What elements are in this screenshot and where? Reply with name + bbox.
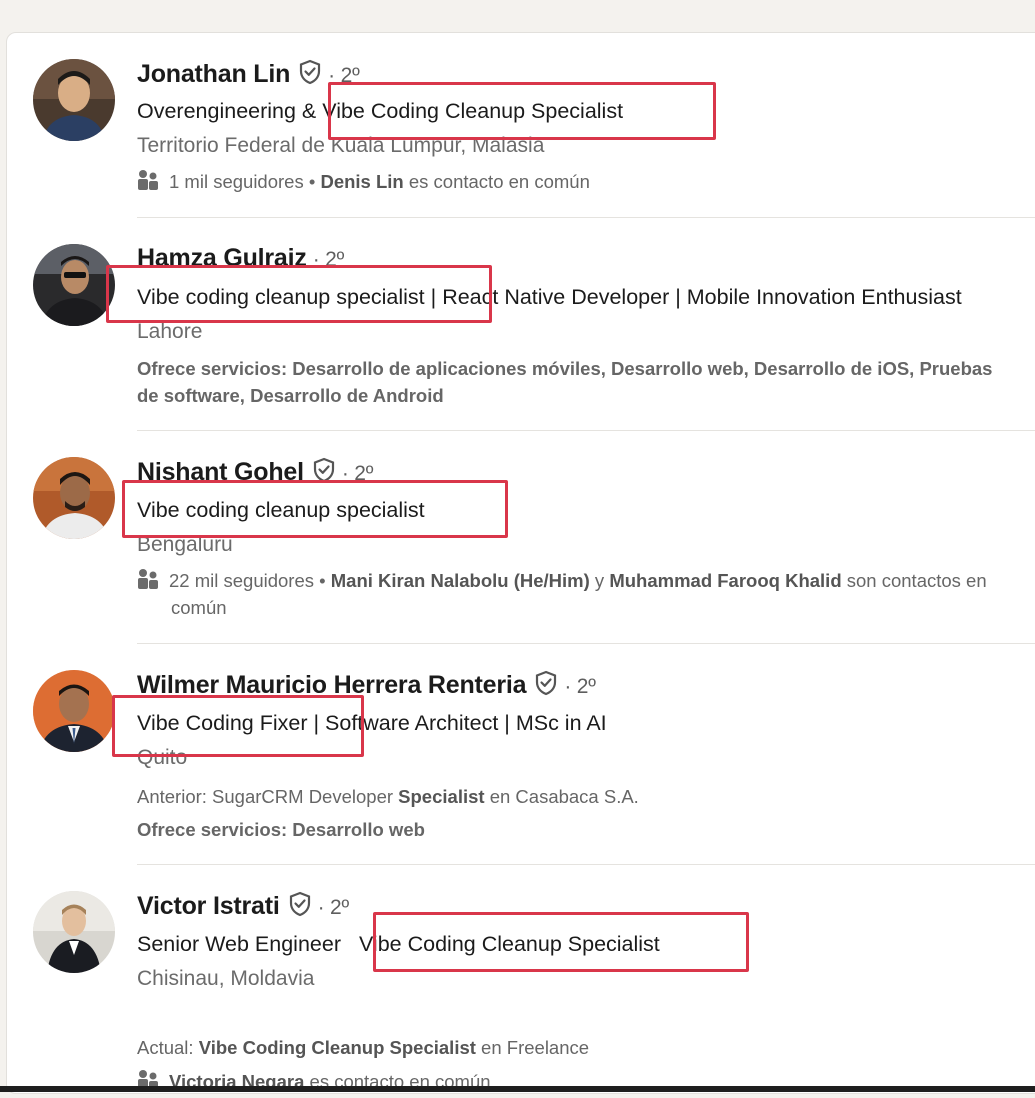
- profile-location: Lahore: [137, 320, 203, 343]
- services-line-1: Ofrece servicios: Desarrollo de aplicaci…: [137, 358, 993, 379]
- services-line: Ofrece servicios: Desarrollo web: [137, 819, 425, 840]
- mutual-suffix: es contacto en común: [403, 171, 590, 192]
- profile-name-line: Jonathan Lin · 2º: [137, 59, 360, 92]
- avatar[interactable]: [33, 244, 115, 326]
- connection-degree: · 2º: [564, 675, 596, 698]
- services-line-2: de software, Desarrollo de Android: [137, 385, 444, 406]
- highlight-box: [122, 480, 508, 538]
- connection-degree: · 2º: [317, 896, 350, 919]
- mutual-connections[interactable]: 1 mil seguidores • Denis Lin es contacto…: [137, 168, 590, 198]
- people-icon: [137, 1069, 159, 1098]
- people-icon: [137, 169, 159, 198]
- past-suffix: en Casabaca S.A.: [484, 786, 639, 807]
- mutual-connections[interactable]: Victoria Negara es contacto en común: [137, 1068, 491, 1098]
- current-prefix: Actual:: [137, 1037, 199, 1058]
- shield-check-icon: [298, 59, 322, 92]
- profile-name-line: Victor Istrati · 2º: [137, 891, 349, 924]
- highlight-box: [112, 695, 364, 757]
- avatar[interactable]: [33, 59, 115, 141]
- avatar[interactable]: [33, 457, 115, 539]
- mutual-name[interactable]: Muhammad Farooq Khalid: [609, 570, 841, 591]
- highlight-box: [106, 265, 492, 323]
- profile-location: Chisinau, Moldavia: [137, 967, 315, 990]
- follower-count: 1 mil seguidores: [169, 171, 304, 192]
- profile-name[interactable]: Jonathan Lin: [137, 60, 290, 88]
- divider: [137, 643, 1035, 644]
- current-keyword: Vibe Coding Cleanup Specialist: [198, 1037, 476, 1058]
- past-keyword: Specialist: [398, 786, 485, 807]
- divider: [137, 864, 1035, 865]
- divider: [137, 430, 1035, 431]
- mutual-name[interactable]: Denis Lin: [320, 171, 403, 192]
- current-suffix: en Freelance: [475, 1037, 590, 1058]
- past-prefix: Anterior: SugarCRM Developer: [137, 786, 399, 807]
- shield-check-icon: [288, 891, 312, 924]
- profile-name[interactable]: Victor Istrati: [137, 892, 280, 920]
- shield-check-icon: [534, 670, 558, 703]
- avatar[interactable]: [33, 891, 115, 973]
- follower-count: 22 mil seguidores: [169, 570, 314, 591]
- people-icon: [137, 568, 159, 597]
- separator: •: [303, 171, 321, 192]
- past-position: Anterior: SugarCRM Developer Specialist …: [137, 783, 639, 810]
- mutual-name[interactable]: Mani Kiran Nalabolu (He/Him): [331, 570, 590, 591]
- avatar[interactable]: [33, 670, 115, 752]
- headline-part-1: Senior Web Engineer: [137, 932, 341, 956]
- bottom-edge: [0, 1086, 1035, 1092]
- mutual-suffix: son contactos en: [841, 570, 987, 591]
- separator: •: [314, 570, 331, 591]
- mutual-connections-line-2: común: [171, 597, 227, 618]
- mutual-join: y: [589, 570, 610, 591]
- mutual-connections[interactable]: 22 mil seguidores • Mani Kiran Nalabolu …: [137, 567, 987, 597]
- highlight-box: [328, 82, 716, 140]
- current-position: Actual: Vibe Coding Cleanup Specialist e…: [137, 1034, 589, 1061]
- divider: [137, 217, 1035, 218]
- highlight-box: [373, 912, 749, 972]
